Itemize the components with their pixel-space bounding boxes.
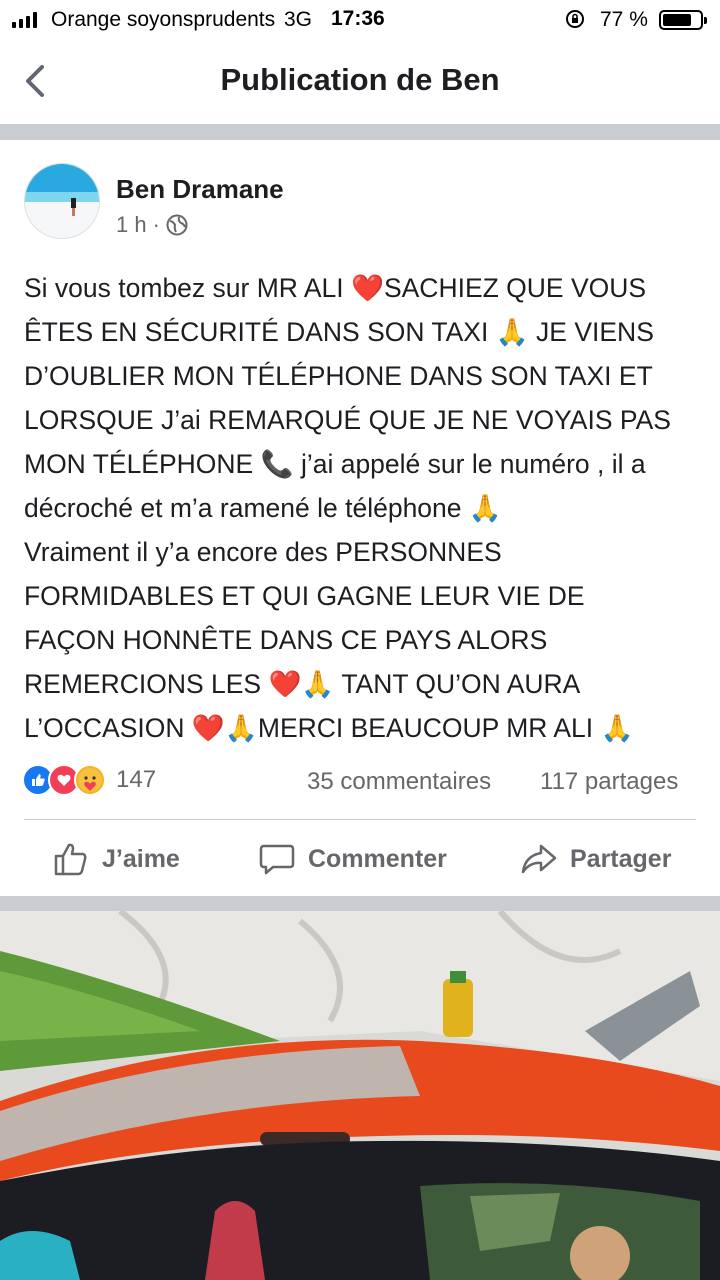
post-text-line: L’OCCASION ❤️🙏MERCI BEAUCOUP MR ALI 🙏 xyxy=(24,713,634,743)
post-text-line: Vraiment il y’a encore des PERSONNES xyxy=(24,537,502,567)
comments-count[interactable]: 35 commentaires xyxy=(307,768,491,796)
post-photo[interactable] xyxy=(0,911,720,1280)
post-actions: J’aime Commenter Partager xyxy=(0,820,720,896)
share-arrow-icon xyxy=(521,844,557,874)
post-text-line: MON TÉLÉPHONE 📞 j’ai appelé sur le numér… xyxy=(24,449,646,479)
battery-percent: 77 % xyxy=(600,8,648,31)
post-meta: 1 h · xyxy=(116,212,188,238)
post-text-line: LORSQUE J’ai REMARQUÉ QUE JE NE VOYAIS P… xyxy=(24,405,671,435)
post-text-line: ÊTES EN SÉCURITÉ DANS SON TAXI 🙏 JE VIEN… xyxy=(24,317,654,347)
share-button[interactable]: Partager xyxy=(520,840,671,878)
post-text-line: D’OUBLIER MON TÉLÉPHONE DANS SON TAXI ET xyxy=(24,361,653,391)
globe-icon xyxy=(166,214,188,236)
rotation-lock-icon xyxy=(566,10,584,28)
care-reaction-icon xyxy=(74,764,106,796)
comment-label: Commenter xyxy=(308,844,447,873)
battery-icon xyxy=(659,10,707,30)
post-text-line: REMERCIONS LES ❤️🙏 TANT QU’ON AURA xyxy=(24,669,581,699)
share-label: Partager xyxy=(570,844,672,873)
post-text: Si vous tombez sur MR ALI ❤️SACHIEZ QUE … xyxy=(24,266,704,750)
reactions-count: 147 xyxy=(116,766,157,793)
post-text-line: FAÇON HONNÊTE DANS CE PAYS ALORS xyxy=(24,625,548,655)
comment-button[interactable]: Commenter xyxy=(258,840,447,878)
section-divider xyxy=(0,896,720,911)
carrier-name: Orange soyonsprudents xyxy=(51,8,276,31)
post-text-line: Si vous tombez sur MR ALI ❤️SACHIEZ QUE … xyxy=(24,273,647,303)
network-type: 3G xyxy=(284,8,313,31)
like-button[interactable]: J’aime xyxy=(52,840,180,878)
post-time[interactable]: 1 h xyxy=(116,212,147,238)
shares-count[interactable]: 117 partages xyxy=(540,768,678,796)
author-name[interactable]: Ben Dramane xyxy=(116,174,284,205)
page-header: Publication de Ben xyxy=(0,40,720,124)
status-time: 17:36 xyxy=(331,7,385,30)
avatar[interactable] xyxy=(24,163,100,239)
like-label: J’aime xyxy=(102,844,180,873)
status-bar: Orange soyonsprudents 3G 17:36 77 % xyxy=(0,0,720,40)
section-divider xyxy=(0,124,720,140)
signal-icon xyxy=(12,12,37,28)
reactions-summary[interactable]: 147 xyxy=(22,764,156,796)
comment-bubble-icon xyxy=(259,844,295,875)
post-text-line: FORMIDABLES ET QUI GAGNE LEUR VIE DE xyxy=(24,581,585,611)
page-title: Publication de Ben xyxy=(220,62,500,97)
meta-separator: · xyxy=(152,212,160,237)
post-text-line: décroché et m’a ramené le téléphone 🙏 xyxy=(24,493,502,523)
thumbs-up-icon xyxy=(54,843,87,876)
